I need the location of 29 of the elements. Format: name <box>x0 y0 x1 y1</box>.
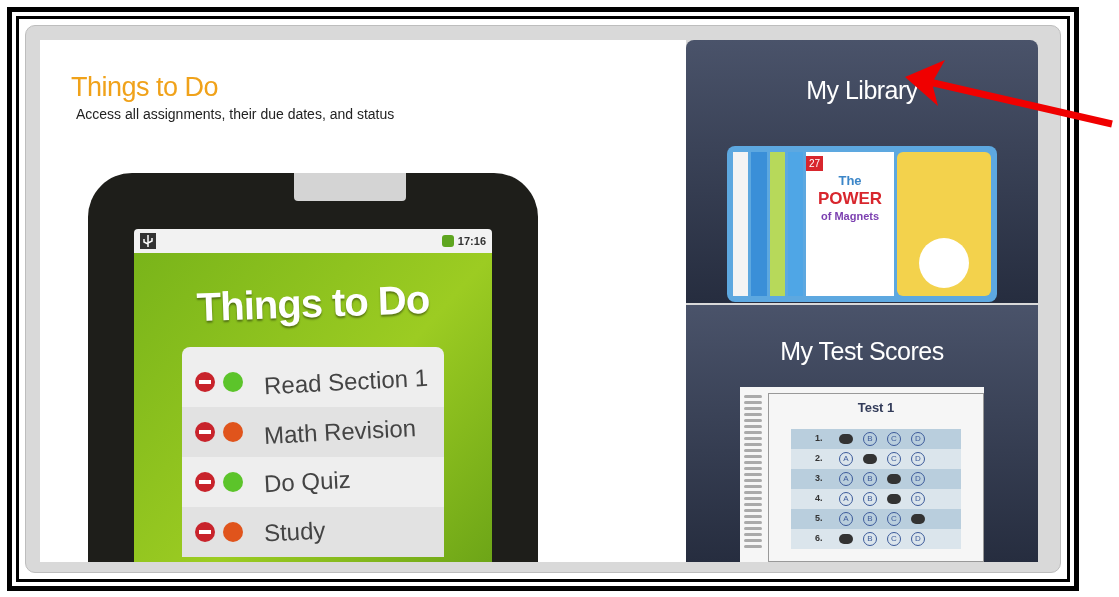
remove-icon[interactable] <box>194 371 216 393</box>
question-number: 5. <box>815 512 824 526</box>
sheet-title: Test 1 <box>857 398 895 417</box>
book-title-line: of Magnets <box>820 209 880 224</box>
task-label: Read Section 1 <box>263 362 429 402</box>
section-description: Access all assignments, their due dates, and status <box>76 105 395 124</box>
panel-title: My Test Scores <box>780 336 944 367</box>
question-number: 3. <box>815 472 824 486</box>
panel-title: My Library <box>806 75 918 106</box>
usb-icon <box>140 233 156 249</box>
library-panel[interactable]: My Library 27 The POWER of Magnets <box>686 40 1038 303</box>
task-label: Study <box>263 515 327 549</box>
screen-title: Things to Do <box>195 275 431 332</box>
book-title-line: POWER <box>817 190 883 208</box>
remove-icon[interactable] <box>194 471 216 493</box>
test-scores-panel[interactable]: My Test Scores Test 1 1. B C D 2. A C D 3. A B D 4. A B D 5. A B C 6. B C D <box>686 305 1038 562</box>
question-number: 4. <box>815 492 824 506</box>
book-title-line: The <box>838 171 862 190</box>
section-title: Things to Do <box>71 72 219 102</box>
photo-placeholder <box>919 237 969 288</box>
remove-icon[interactable] <box>194 421 216 443</box>
question-number: 1. <box>815 432 824 446</box>
question-number: 6. <box>815 532 824 546</box>
task-label: Math Revision <box>263 413 417 451</box>
issue-badge: 27 <box>806 155 824 171</box>
status-time: 17:16 <box>457 233 486 249</box>
task-label: Do Quiz <box>263 464 352 500</box>
remove-icon[interactable] <box>194 521 216 543</box>
question-number: 2. <box>815 452 824 466</box>
